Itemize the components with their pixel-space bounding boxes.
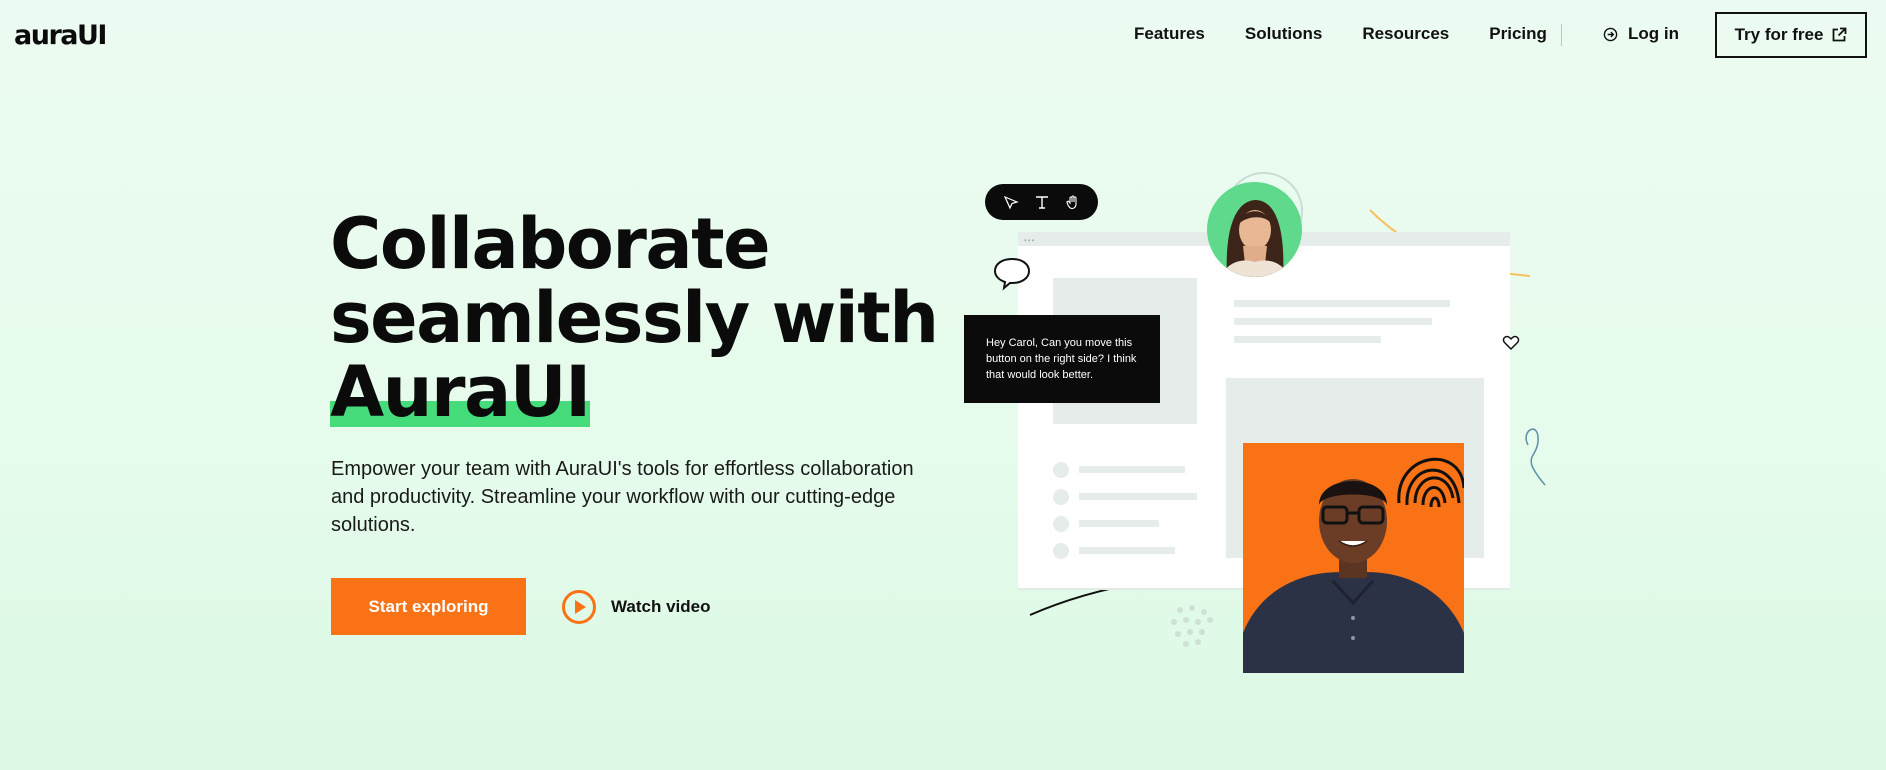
design-toolbar [985, 184, 1098, 220]
woman-portrait-icon [1221, 200, 1289, 277]
comment-icon [993, 257, 1031, 291]
mockup-text-line [1079, 547, 1175, 554]
hero-title-line-2: seamlessly with [330, 277, 939, 359]
avatar-woman [1207, 172, 1307, 277]
mockup-text-line [1079, 466, 1185, 473]
top-navigation: auraUI Features Solutions Resources Pric… [0, 0, 1886, 72]
text-icon [1035, 196, 1048, 209]
hero-title-line-1: Collaborate [330, 203, 771, 285]
mockup-list-dot [1053, 543, 1069, 559]
hand-icon [1065, 195, 1077, 210]
mockup-text-line [1079, 520, 1159, 527]
login-label: Log in [1628, 24, 1679, 43]
try-for-free-button[interactable]: Try for free [1715, 12, 1867, 58]
watch-video-button[interactable]: Watch video [561, 589, 711, 625]
nav-link-features[interactable]: Features [1134, 24, 1205, 44]
hero-illustration: ••• Hey Carol, Can you move this button … [960, 170, 1560, 690]
avatar [1207, 182, 1302, 277]
photo-card-man [1243, 443, 1464, 673]
try-for-free-label: Try for free [1734, 25, 1824, 44]
nav-divider [1561, 24, 1562, 46]
heart-icon [1502, 335, 1520, 351]
mockup-text-line [1079, 493, 1197, 500]
mockup-text-line [1234, 300, 1450, 307]
nav-link-resources[interactable]: Resources [1362, 24, 1449, 44]
start-exploring-button[interactable]: Start exploring [331, 578, 526, 635]
hero-title-highlight: AuraUI [330, 351, 591, 433]
hero-subtitle: Empower your team with AuraUI's tools fo… [331, 458, 914, 536]
login-icon [1603, 27, 1618, 41]
nav-link-pricing[interactable]: Pricing [1489, 24, 1547, 44]
mockup-list-dot [1053, 516, 1069, 532]
hero-title: Collaborate seamlessly with AuraUI [330, 203, 939, 433]
play-icon [562, 590, 596, 624]
nav-links: Features Solutions Resources Pricing [1134, 24, 1587, 44]
watch-video-label: Watch video [611, 597, 711, 616]
cursor-icon [1003, 195, 1019, 210]
mockup-text-line [1234, 336, 1381, 343]
mockup-list-dot [1053, 462, 1069, 478]
external-link-icon [1833, 27, 1847, 42]
brand-logo[interactable]: auraUI [14, 20, 107, 51]
man-portrait-icon [1243, 457, 1464, 673]
nav-link-solutions[interactable]: Solutions [1245, 24, 1322, 44]
mockup-list-dot [1053, 489, 1069, 505]
chat-bubble: Hey Carol, Can you move this button on t… [964, 315, 1160, 403]
login-link[interactable]: Log in [1603, 24, 1679, 44]
mockup-text-line [1234, 318, 1432, 325]
